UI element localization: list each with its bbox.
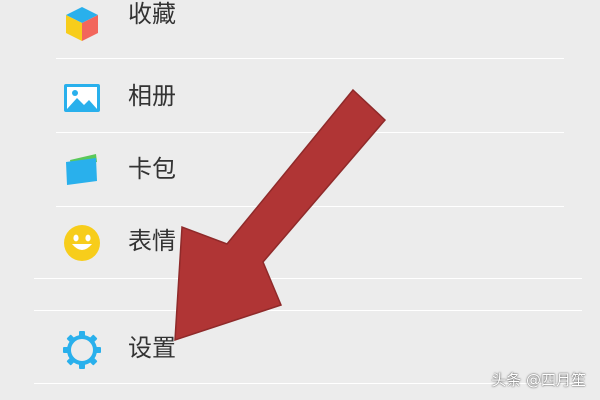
gear-icon	[62, 330, 102, 370]
menu-item-label: 收藏	[128, 0, 176, 28]
divider	[34, 310, 582, 311]
favorites-cube-icon	[62, 4, 102, 44]
menu-item-label: 表情	[128, 227, 176, 255]
watermark: 头条 @四月笙	[491, 371, 586, 389]
album-picture-icon	[62, 78, 102, 118]
divider	[56, 58, 564, 59]
divider	[34, 278, 582, 279]
settings-menu: 收藏 相册 卡包 表情 设置	[0, 0, 600, 400]
smiley-face-icon	[62, 223, 102, 263]
card-wallet-icon	[62, 150, 102, 190]
menu-item-label: 相册	[128, 82, 176, 110]
divider	[56, 206, 564, 207]
menu-item-label: 设置	[128, 334, 176, 362]
menu-item-album[interactable]: 相册	[0, 64, 600, 128]
menu-item-card-wallet[interactable]: 卡包	[0, 136, 600, 200]
menu-item-favorites[interactable]: 收藏	[0, 0, 600, 54]
menu-item-label: 卡包	[128, 155, 176, 183]
menu-item-stickers[interactable]: 表情	[0, 210, 600, 274]
divider	[56, 132, 564, 133]
